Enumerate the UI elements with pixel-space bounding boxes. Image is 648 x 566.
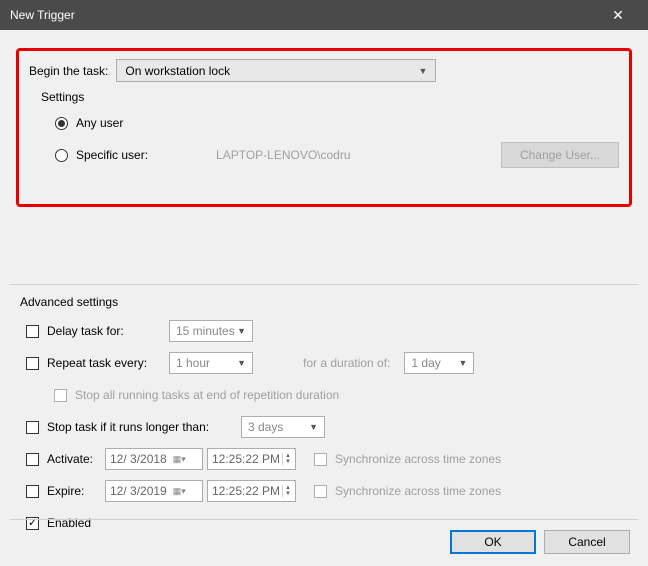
calendar-icon: ▦▾	[173, 454, 186, 465]
begin-task-dropdown[interactable]: On workstation lock ▼	[116, 59, 436, 82]
close-icon[interactable]: ✕	[598, 7, 638, 24]
highlighted-section: Begin the task: On workstation lock ▼ Se…	[16, 48, 632, 207]
duration-label: for a duration of:	[303, 356, 390, 370]
repeat-task-label: Repeat task every:	[47, 356, 163, 370]
expire-checkbox[interactable]	[26, 485, 39, 498]
begin-task-value: On workstation lock	[125, 64, 230, 78]
change-user-button: Change User...	[501, 142, 619, 168]
divider	[10, 519, 638, 520]
activate-time-picker[interactable]: 12:25:22 PM ▲▼	[207, 448, 296, 470]
chevron-down-icon: ▼	[458, 358, 467, 368]
spinner-icon: ▲▼	[282, 485, 291, 497]
sync-activate-label: Synchronize across time zones	[335, 452, 501, 466]
calendar-icon: ▦▾	[173, 486, 186, 497]
stop-if-select[interactable]: 3 days ▼	[241, 416, 325, 438]
sync-expire-label: Synchronize across time zones	[335, 484, 501, 498]
cancel-button[interactable]: Cancel	[544, 530, 630, 554]
sync-activate-checkbox	[314, 453, 327, 466]
stop-if-checkbox[interactable]	[26, 421, 39, 434]
expire-label: Expire:	[47, 484, 101, 498]
stop-if-label: Stop task if it runs longer than:	[47, 420, 235, 434]
any-user-label: Any user	[76, 116, 123, 130]
repeat-task-checkbox[interactable]	[26, 357, 39, 370]
chevron-down-icon: ▼	[237, 358, 246, 368]
begin-task-label: Begin the task:	[29, 64, 108, 78]
sync-expire-checkbox	[314, 485, 327, 498]
stop-all-label: Stop all running tasks at end of repetit…	[75, 388, 339, 402]
repeat-task-select[interactable]: 1 hour ▼	[169, 352, 253, 374]
advanced-settings: Delay task for: 15 minutes ▼ Repeat task…	[16, 319, 632, 535]
dialog-buttons: OK Cancel	[450, 530, 630, 554]
spacer	[10, 217, 638, 285]
chevron-down-icon: ▼	[237, 326, 246, 336]
chevron-down-icon: ▼	[418, 66, 427, 76]
window-title: New Trigger	[10, 8, 598, 22]
specific-user-label: Specific user:	[76, 148, 148, 162]
delay-task-checkbox[interactable]	[26, 325, 39, 338]
settings-label: Settings	[41, 90, 619, 104]
activate-date-picker[interactable]: 12/ 3/2018 ▦▾	[105, 448, 203, 470]
delay-task-select[interactable]: 15 minutes ▼	[169, 320, 253, 342]
activate-checkbox[interactable]	[26, 453, 39, 466]
delay-task-label: Delay task for:	[47, 324, 163, 338]
activate-label: Activate:	[47, 452, 101, 466]
duration-select[interactable]: 1 day ▼	[404, 352, 474, 374]
titlebar: New Trigger ✕	[0, 0, 648, 30]
any-user-radio[interactable]	[55, 117, 68, 130]
expire-date-picker[interactable]: 12/ 3/2019 ▦▾	[105, 480, 203, 502]
advanced-settings-label: Advanced settings	[20, 295, 632, 309]
specific-user-value: LAPTOP-LENOVO\codru	[216, 148, 501, 162]
specific-user-radio[interactable]	[55, 149, 68, 162]
stop-all-checkbox	[54, 389, 67, 402]
expire-time-picker[interactable]: 12:25:22 PM ▲▼	[207, 480, 296, 502]
dialog-content: Begin the task: On workstation lock ▼ Se…	[0, 30, 648, 566]
chevron-down-icon: ▼	[309, 422, 318, 432]
spinner-icon: ▲▼	[282, 453, 291, 465]
ok-button[interactable]: OK	[450, 530, 536, 554]
